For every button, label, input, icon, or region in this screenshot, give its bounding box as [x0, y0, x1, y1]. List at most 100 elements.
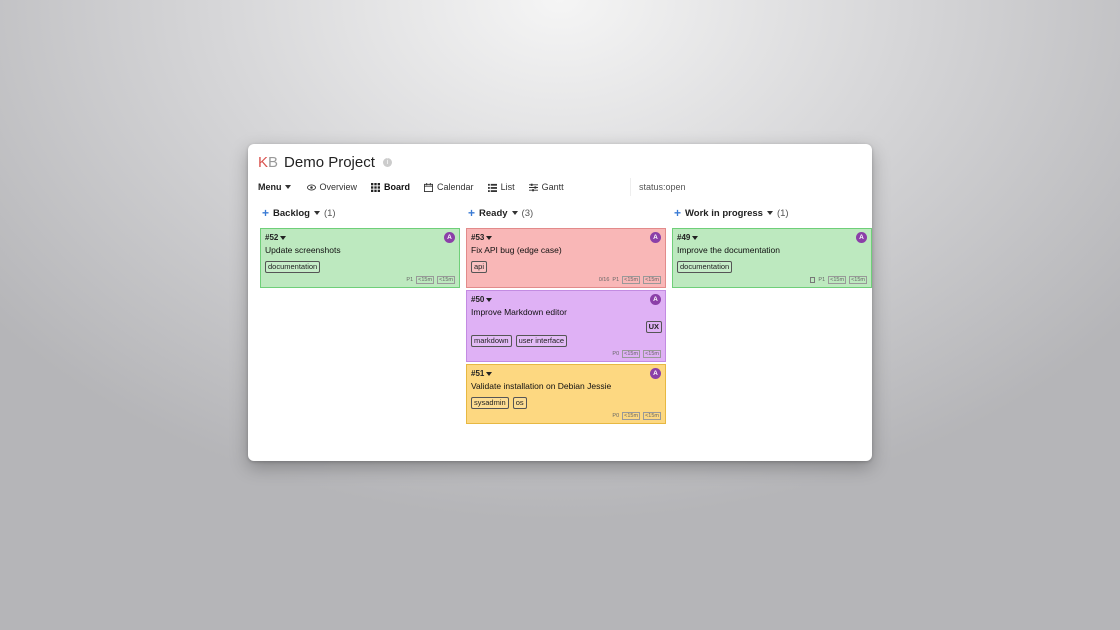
logo-letter-b: B: [268, 154, 279, 171]
eye-icon: [306, 184, 316, 190]
avatar[interactable]: A: [856, 232, 867, 243]
chevron-down-icon[interactable]: [313, 211, 320, 215]
task-card[interactable]: #51 A Validate installation on Debian Je…: [466, 364, 666, 424]
kanboard-logo[interactable]: KB: [258, 154, 278, 171]
view-overview-label: Overview: [319, 182, 358, 192]
chevron-down-icon[interactable]: [511, 211, 518, 215]
add-task-icon[interactable]: +: [262, 207, 269, 219]
time-spent: <15m: [643, 276, 661, 284]
view-calendar-label: Calendar: [437, 182, 474, 192]
page-title: KB Demo Project i: [258, 154, 392, 171]
tag: user interface: [515, 335, 568, 347]
task-priority: P1: [406, 277, 414, 283]
list-icon: [487, 183, 497, 192]
view-gantt-label: Gantt: [541, 182, 564, 192]
task-title[interactable]: Validate installation on Debian Jessie: [471, 381, 661, 391]
task-tags: sysadmin os: [471, 397, 661, 409]
column-header: + Backlog (1): [262, 206, 460, 220]
task-card[interactable]: #49 A Improve the documentation document…: [672, 228, 872, 288]
task-meta: P0 <15m <15m: [471, 412, 661, 420]
column-count: (3): [521, 207, 534, 219]
task-title[interactable]: Improve the documentation: [677, 245, 867, 255]
column-backlog: + Backlog (1) #52 A Update screenshots d…: [260, 206, 460, 461]
chevron-down-icon: [692, 235, 699, 240]
time-spent: <15m: [849, 276, 867, 284]
calendar-icon: [424, 182, 434, 192]
add-task-icon[interactable]: +: [674, 207, 681, 219]
tag: markdown: [471, 335, 512, 347]
column-header: + Work in progress (1): [674, 206, 872, 220]
menu-button[interactable]: Menu: [258, 182, 291, 192]
task-title[interactable]: Fix API bug (edge case): [471, 245, 661, 255]
chevron-down-icon: [284, 185, 291, 189]
add-task-icon[interactable]: +: [468, 207, 475, 219]
view-overview[interactable]: Overview: [306, 182, 358, 192]
avatar[interactable]: A: [650, 232, 661, 243]
task-id[interactable]: #50: [471, 295, 661, 304]
task-id-text: #51: [471, 369, 485, 378]
task-id-text: #49: [677, 233, 691, 242]
task-meta: 0/16 P1 <15m <15m: [471, 276, 661, 284]
time-estimate: <15m: [828, 276, 847, 284]
tag: documentation: [677, 261, 733, 273]
task-tags: markdown user interface: [471, 335, 661, 347]
column-title[interactable]: Ready: [479, 208, 508, 219]
grid-icon: [371, 182, 381, 192]
task-meta: P0 <15m <15m: [471, 350, 661, 358]
category-badge: UX: [645, 321, 662, 333]
avatar[interactable]: A: [444, 232, 455, 243]
task-card[interactable]: #50 A Improve Markdown editor UX markdow…: [466, 290, 666, 362]
time-estimate: <15m: [622, 412, 641, 420]
task-id[interactable]: #53: [471, 233, 661, 242]
column-work-in-progress: + Work in progress (1) #49 A Improve the…: [672, 206, 872, 461]
search-input[interactable]: [630, 178, 872, 196]
task-meta: P1 <15m <15m: [265, 276, 455, 284]
task-card[interactable]: #52 A Update screenshots documentation P…: [260, 228, 460, 288]
task-title[interactable]: Update screenshots: [265, 245, 455, 255]
view-board-label: Board: [384, 182, 411, 192]
task-priority: P1: [612, 277, 620, 283]
view-calendar[interactable]: Calendar: [424, 182, 474, 192]
avatar[interactable]: A: [650, 368, 661, 379]
task-id-text: #50: [471, 295, 485, 304]
logo-letter-k: K: [258, 154, 269, 171]
view-board[interactable]: Board: [371, 182, 410, 192]
chevron-down-icon[interactable]: [766, 211, 773, 215]
task-tags: api: [471, 261, 661, 273]
view-gantt[interactable]: Gantt: [528, 182, 564, 192]
column-ready: + Ready (3) #53 A Fix API bug (edge case…: [466, 206, 666, 461]
view-list-label: List: [500, 182, 515, 192]
time-estimate: <15m: [622, 350, 641, 358]
task-id[interactable]: #49: [677, 233, 867, 242]
task-id-text: #52: [265, 233, 279, 242]
time-spent: <15m: [643, 350, 661, 358]
task-title[interactable]: Improve Markdown editor: [471, 307, 661, 317]
avatar[interactable]: A: [650, 294, 661, 305]
chevron-down-icon: [486, 371, 493, 376]
tag: sysadmin: [471, 397, 509, 409]
column-count: (1): [323, 207, 336, 219]
tag: documentation: [265, 261, 321, 273]
task-id[interactable]: #51: [471, 369, 661, 378]
time-estimate: <15m: [622, 276, 641, 284]
time-spent: <15m: [643, 412, 661, 420]
subtask-progress: 0/16: [598, 277, 610, 283]
chevron-down-icon: [486, 235, 493, 240]
toolbar: Menu Overview Board Calendar List Gantt: [258, 178, 872, 196]
menu-label: Menu: [258, 182, 282, 192]
task-id[interactable]: #52: [265, 233, 455, 242]
column-count: (1): [776, 207, 789, 219]
gantt-icon: [528, 183, 538, 191]
tag: api: [471, 261, 488, 273]
task-priority: P0: [612, 413, 620, 419]
task-id-text: #53: [471, 233, 485, 242]
document-icon[interactable]: [810, 277, 816, 283]
column-title[interactable]: Work in progress: [685, 208, 763, 219]
task-priority: P1: [818, 277, 826, 283]
chevron-down-icon: [486, 297, 493, 302]
view-list[interactable]: List: [487, 182, 515, 192]
info-icon[interactable]: i: [382, 158, 392, 167]
column-title[interactable]: Backlog: [273, 208, 310, 219]
time-spent: <15m: [437, 276, 455, 284]
task-card[interactable]: #53 A Fix API bug (edge case) api 0/16 P…: [466, 228, 666, 288]
